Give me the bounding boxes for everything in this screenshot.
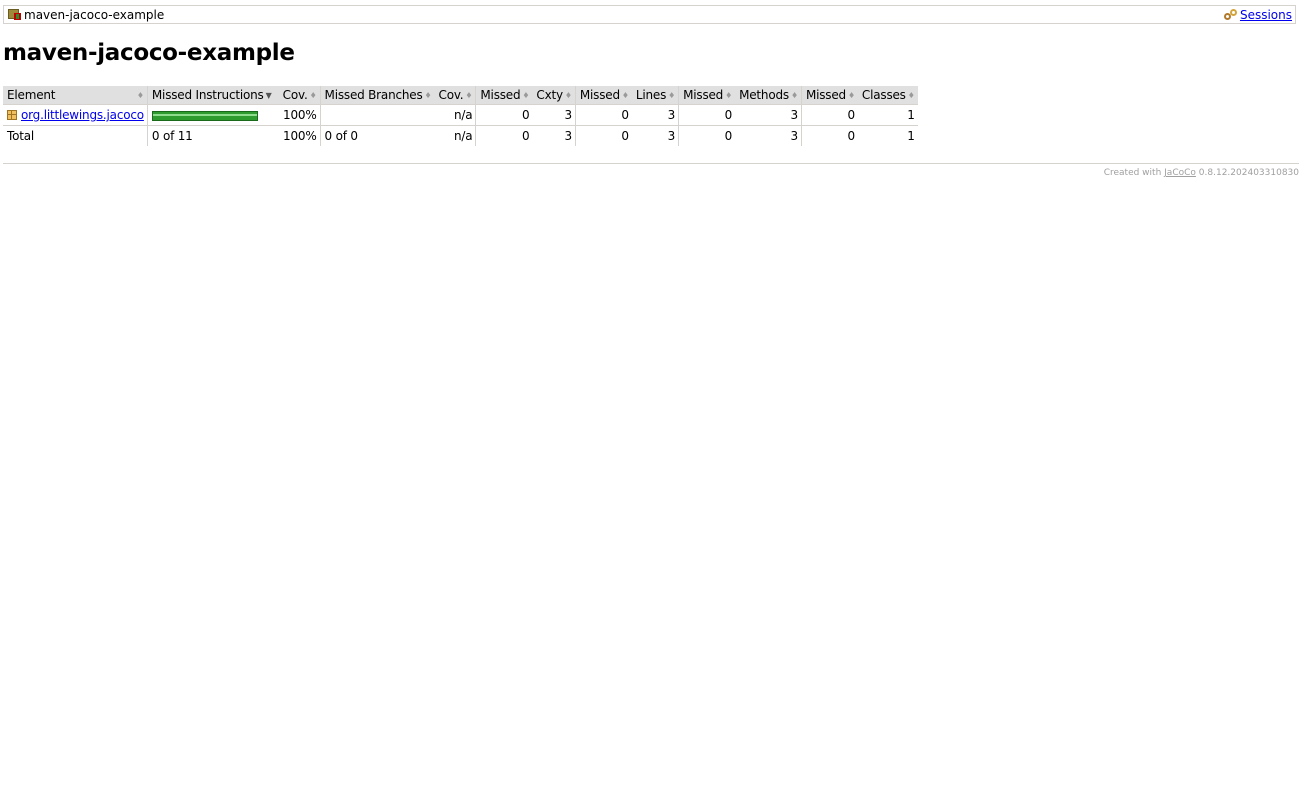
missed-branches-cell — [319, 104, 435, 126]
column-header-label: Missed Branches — [324, 88, 423, 102]
column-header-label: Cov. — [282, 88, 308, 102]
breadcrumb-report-name: maven-jacoco-example — [24, 7, 165, 22]
column-header-label: Classes — [861, 88, 906, 102]
element-cell: org.littlewings.jacoco — [3, 104, 148, 126]
branch-cov-cell: n/a — [434, 104, 476, 126]
sessions-link[interactable]: Sessions — [1240, 8, 1292, 22]
column-header-label: Cov. — [438, 88, 464, 102]
lines-cell: 3 — [631, 104, 679, 126]
total-missed-lines: 0 — [574, 125, 632, 146]
total-missed-cxty: 0 — [475, 125, 533, 146]
column-header-missed-lines[interactable]: Missed ♦ — [574, 86, 632, 105]
column-header-label: Missed — [683, 88, 724, 102]
methods-cell: 3 — [735, 104, 802, 126]
missed-lines-cell: 0 — [574, 104, 632, 126]
total-instructions: 0 of 11 — [146, 125, 275, 146]
total-branch-cov: n/a — [454, 129, 473, 143]
column-header-missed-classes[interactable]: Missed ♦ — [800, 86, 858, 105]
footer-version: 0.8.12.202403310830 — [1198, 168, 1299, 178]
sort-icon: ♦ — [136, 91, 144, 100]
column-header-label: Missed Instructions — [151, 88, 264, 102]
column-header-missed-branches[interactable]: Missed Branches ♦ — [319, 86, 435, 105]
sort-icon: ♦ — [907, 91, 915, 100]
sort-icon: ♦ — [847, 91, 855, 100]
total-row: Total 0 of 11 100% 0 of 0 n/a 0 3 0 3 0 … — [3, 125, 918, 146]
sort-icon: ♦ — [621, 91, 629, 100]
sort-icon: ♦ — [668, 91, 676, 100]
report-icon — [8, 9, 21, 20]
instruction-cov-cell: 100% — [274, 104, 321, 126]
total-instruction-cov: 100% — [283, 129, 317, 143]
column-header-branch-cov[interactable]: Cov. ♦ — [434, 86, 476, 105]
cxty-cell: 3 — [532, 104, 576, 126]
total-cxty: 3 — [564, 129, 572, 143]
table-row: org.littlewings.jacoco 100% n/a 0 3 0 3 … — [3, 104, 918, 126]
footer-prefix: Created with — [1103, 168, 1162, 178]
page-title: maven-jacoco-example — [3, 40, 295, 66]
column-header-label: Lines — [635, 88, 667, 102]
missed-methods-cell: 0 — [678, 104, 736, 126]
instruction-coverage-bar-cell — [146, 104, 275, 126]
column-header-label: Missed — [480, 88, 521, 102]
missed-classes-cell: 0 — [800, 104, 858, 126]
column-header-classes[interactable]: Classes ♦ — [857, 86, 918, 105]
column-header-label: Missed — [579, 88, 620, 102]
instruction-coverage-bar — [151, 110, 258, 121]
table-header-row: Element ♦ Missed Instructions ▼ Cov. ♦ Miss… — [3, 86, 918, 105]
total-methods: 3 — [790, 129, 799, 143]
column-header-methods[interactable]: Methods ♦ — [735, 86, 802, 105]
package-icon — [7, 110, 17, 120]
column-header-missed-methods[interactable]: Missed ♦ — [678, 86, 736, 105]
column-header-element[interactable]: Element ♦ — [3, 86, 148, 105]
breadcrumb: maven-jacoco-example Sessions — [3, 5, 1296, 24]
sort-icon: ♦ — [790, 91, 798, 100]
sessions-container: Sessions — [1223, 8, 1295, 22]
missed-cxty-cell: 0 — [475, 104, 533, 126]
sort-icon: ♦ — [564, 91, 572, 100]
breadcrumb-current: maven-jacoco-example — [4, 8, 164, 22]
column-header-lines[interactable]: Lines ♦ — [631, 86, 679, 105]
classes-cell: 1 — [857, 104, 918, 126]
sort-icon: ♦ — [424, 91, 432, 100]
jacoco-link[interactable]: JaCoCo — [1164, 168, 1196, 178]
sort-descending-icon: ▼ — [265, 91, 272, 100]
session-icon — [1223, 8, 1238, 21]
total-label: Total — [7, 129, 35, 143]
column-header-label: Missed — [805, 88, 846, 102]
sort-icon: ♦ — [465, 91, 473, 100]
footer: Created with JaCoCo 0.8.12.202403310830 — [3, 163, 1299, 178]
total-lines: 3 — [667, 129, 676, 143]
package-link[interactable]: org.littlewings.jacoco — [21, 108, 144, 122]
sort-icon: ♦ — [309, 91, 317, 100]
total-branches: 0 of 0 — [319, 125, 435, 146]
column-header-missed-instructions[interactable]: Missed Instructions ▼ — [146, 86, 275, 105]
sort-icon: ♦ — [522, 91, 530, 100]
coverage-table: Element ♦ Missed Instructions ▼ Cov. ♦ Miss… — [3, 86, 918, 146]
total-missed-classes: 0 — [800, 125, 858, 146]
column-header-label: Methods — [739, 88, 789, 102]
column-header-instruction-cov[interactable]: Cov. ♦ — [274, 86, 321, 105]
column-header-cxty[interactable]: Cxty ♦ — [532, 86, 576, 105]
column-header-missed-cxty[interactable]: Missed ♦ — [475, 86, 533, 105]
column-header-label: Cxty — [536, 88, 563, 102]
total-classes: 1 — [907, 129, 915, 143]
sort-icon: ♦ — [725, 91, 733, 100]
column-header-label: Element — [7, 88, 56, 102]
total-missed-methods: 0 — [678, 125, 736, 146]
